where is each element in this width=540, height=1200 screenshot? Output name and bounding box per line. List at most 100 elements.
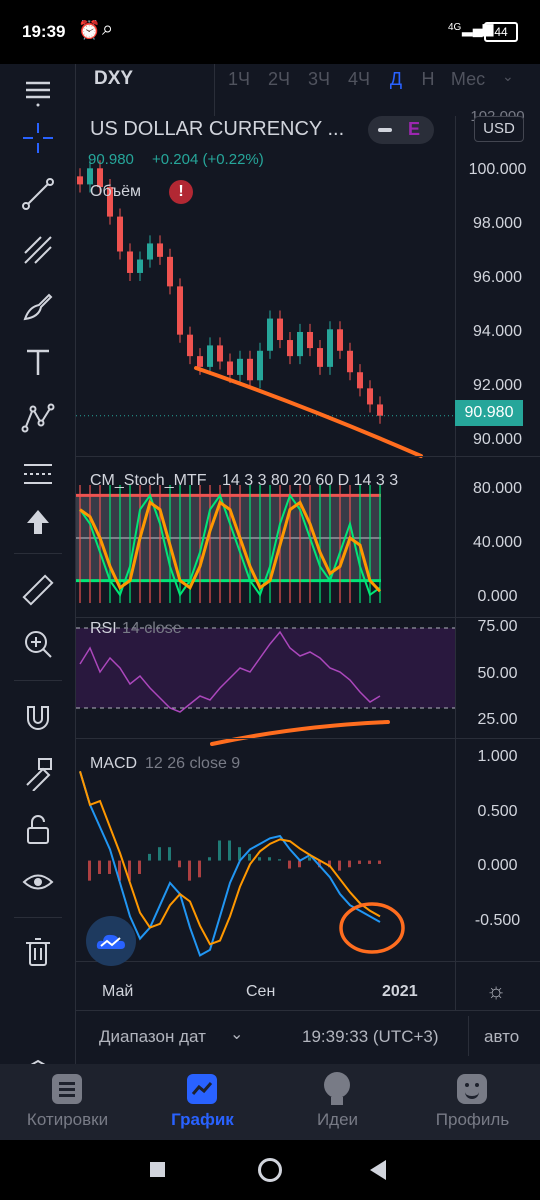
macd-histogram-bar	[88, 860, 91, 881]
pane-divider	[76, 456, 540, 457]
tab-timeframe-2h[interactable]: 2Ч	[262, 64, 296, 116]
candle-body	[247, 358, 253, 381]
macd-histogram-bar	[158, 847, 161, 861]
candle-body	[277, 318, 283, 341]
candle-body	[197, 356, 203, 367]
smiley-icon	[457, 1074, 487, 1104]
macd-histogram-bar	[168, 847, 171, 861]
macd-histogram-bar	[338, 860, 341, 871]
macd-histogram-bar	[298, 860, 301, 868]
tab-timeframe-day[interactable]: Д	[384, 64, 408, 116]
back-icon[interactable]	[370, 1160, 388, 1180]
macd-histogram-bar	[228, 840, 231, 861]
stoch-params: 14 3 3 80 20 60 D 14 3 3	[222, 472, 399, 489]
unlock-icon[interactable]	[0, 802, 75, 858]
clock-display[interactable]: 19:39:33 (UTC+3)	[302, 1027, 439, 1047]
recent-apps-icon[interactable]	[150, 1162, 165, 1177]
candle-body	[217, 345, 223, 362]
scale-mode-button[interactable]: авто	[484, 1027, 519, 1047]
nav-label: График	[171, 1110, 234, 1129]
network-label: 4G	[448, 22, 462, 33]
tab-timeframe-week[interactable]: Н	[416, 64, 440, 116]
macd-histogram-bar	[248, 853, 251, 861]
tradingview-logo[interactable]	[86, 916, 136, 966]
text-tool-icon[interactable]	[0, 334, 75, 390]
macd-histogram-bar	[98, 860, 101, 874]
date-range-button[interactable]: Диапазон дат	[99, 1027, 206, 1047]
candle-body	[327, 329, 333, 367]
home-icon[interactable]	[258, 1158, 282, 1182]
brush-icon[interactable]	[0, 278, 75, 334]
pane-divider	[76, 738, 540, 739]
candle-body	[227, 361, 233, 375]
axis-label: 25.00	[477, 711, 518, 728]
chevron-down-icon[interactable]: ⌄	[502, 68, 514, 85]
lightbulb-base	[331, 1097, 343, 1105]
trend-line-icon[interactable]	[0, 166, 75, 222]
candle-body	[177, 286, 183, 335]
nav-quotes[interactable]: Котировки	[0, 1064, 135, 1140]
crosshair-icon[interactable]	[0, 110, 75, 166]
zoom-in-icon[interactable]	[0, 616, 75, 672]
magnet-icon[interactable]	[0, 690, 75, 746]
macd-histogram-bar	[308, 857, 311, 861]
fib-tool-icon[interactable]	[0, 222, 75, 278]
macd-histogram-bar	[148, 853, 151, 861]
rsi-title[interactable]: RSI	[90, 620, 117, 638]
symbol-title[interactable]: US DOLLAR CURRENCY ...	[90, 118, 344, 141]
axis-label: 50.00	[477, 665, 518, 682]
axis-label: 94.000	[473, 323, 522, 340]
alarm-icon: ⏰	[78, 20, 101, 40]
tab-timeframe-3h[interactable]: 3Ч	[302, 64, 336, 116]
lock-drawings-icon[interactable]	[0, 746, 75, 802]
status-time: 19:39	[22, 22, 66, 41]
candle-body	[187, 334, 193, 357]
eye-icon[interactable]	[0, 854, 75, 910]
settings-gear-icon[interactable]: ☼	[486, 978, 506, 1004]
trash-icon[interactable]	[0, 924, 75, 980]
nav-label: Профиль	[435, 1110, 510, 1129]
pattern-tool-icon[interactable]	[0, 390, 75, 446]
time-axis-label: 2021	[382, 983, 418, 1000]
ticker-symbol[interactable]: DXY	[94, 68, 133, 90]
axis-label: 80.000	[473, 480, 522, 497]
ruler-icon[interactable]	[0, 562, 75, 618]
nav-ideas[interactable]: Идеи	[270, 1064, 405, 1140]
collapse-toggle[interactable]: E	[368, 116, 434, 144]
axis-label: 40.000	[473, 534, 522, 551]
candle-body	[117, 216, 123, 252]
rsi-band	[76, 628, 455, 708]
nav-label: Котировки	[26, 1110, 109, 1129]
nav-label: Идеи	[316, 1110, 359, 1129]
nav-profile[interactable]: Профиль	[405, 1064, 540, 1140]
axis-label: 75.00	[477, 618, 518, 635]
candle-body	[377, 404, 383, 416]
tab-timeframe-4h[interactable]: 4Ч	[342, 64, 376, 116]
drawing-toolbar	[0, 64, 76, 1085]
candle-body	[207, 345, 213, 367]
axis-label: 96.000	[473, 269, 522, 286]
chevron-down-icon[interactable]: ⌄	[230, 1024, 243, 1044]
candle-body	[297, 331, 303, 357]
warning-icon[interactable]: !	[169, 180, 193, 204]
nav-chart[interactable]: График	[135, 1064, 270, 1140]
chart-canvas[interactable]	[76, 116, 455, 1010]
chart-icon	[187, 1074, 217, 1104]
search-icon: ⌕	[102, 18, 114, 40]
rsi-params: 14 close	[122, 620, 182, 637]
macd-histogram-bar	[348, 860, 351, 868]
candle-body	[127, 251, 133, 273]
tab-timeframe-1h[interactable]: 1Ч	[222, 64, 256, 116]
currency-label[interactable]: USD	[474, 116, 524, 142]
macd-histogram-bar	[378, 860, 381, 864]
macd-histogram-bar	[138, 860, 141, 874]
arrow-up-icon[interactable]	[0, 494, 75, 550]
candle-body	[87, 168, 93, 185]
candle-body	[257, 350, 263, 381]
footer-divider	[468, 1016, 469, 1056]
macd-title[interactable]: MACD	[90, 755, 137, 773]
macd-histogram-bar	[208, 857, 211, 861]
candle-body	[347, 350, 353, 373]
stoch-title[interactable]: CM_Stoch_MTF	[90, 472, 206, 490]
volume-label[interactable]: Объём	[90, 183, 141, 201]
